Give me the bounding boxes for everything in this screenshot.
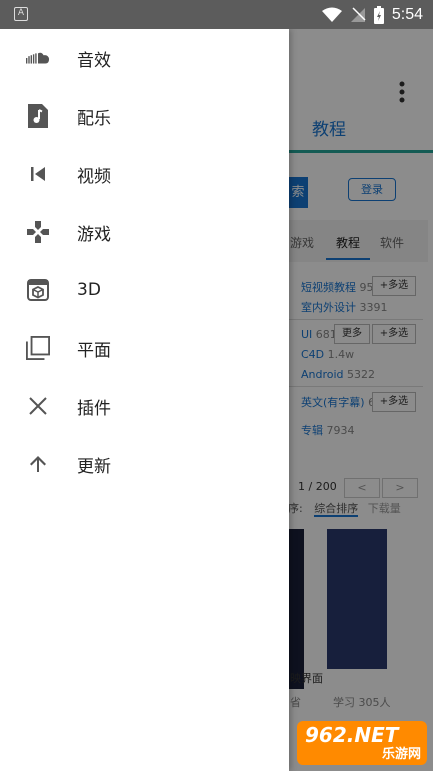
drawer-item-label: 音效 [77, 50, 111, 71]
drawer-item-update[interactable]: 更新 [0, 435, 289, 493]
printer-3d-icon [26, 278, 50, 302]
drawer-item-label: 3D [77, 280, 101, 300]
status-bar: A 5:54 [0, 0, 433, 29]
notification-icon: A [14, 7, 28, 21]
watermark-logo: 962.NET 乐游网 [297, 721, 427, 765]
drawer-item-plugins[interactable]: 插件 [0, 377, 289, 435]
battery-charging-icon [373, 5, 384, 24]
drawer-item-3d[interactable]: 3D [0, 261, 289, 319]
gamepad-icon [26, 220, 50, 244]
drawer-item-video[interactable]: 视频 [0, 145, 289, 203]
navigation-drawer: 音效 配乐 视频 游戏 3D 平面 插件 更新 [0, 29, 289, 771]
drawer-item-graphic[interactable]: 平面 [0, 319, 289, 377]
wifi-icon [321, 7, 342, 22]
copy-icon [26, 336, 50, 360]
drawer-item-label: 视频 [77, 166, 111, 187]
drawer-item-label: 游戏 [77, 224, 111, 245]
drawer-item-label: 插件 [77, 398, 111, 419]
skip-previous-icon [26, 162, 50, 186]
arrow-up-icon [26, 452, 50, 476]
drawer-item-label: 更新 [77, 456, 111, 477]
drawer-item-music[interactable]: 配乐 [0, 87, 289, 145]
close-icon [26, 394, 50, 418]
soundcloud-icon [26, 46, 50, 70]
status-time: 5:54 [391, 5, 423, 23]
no-signal-icon [350, 6, 366, 22]
drawer-item-games[interactable]: 游戏 [0, 203, 289, 261]
drawer-item-sound[interactable]: 音效 [0, 29, 289, 87]
drawer-item-label: 平面 [77, 340, 111, 361]
drawer-item-label: 配乐 [77, 108, 111, 129]
music-note-icon [26, 104, 50, 128]
